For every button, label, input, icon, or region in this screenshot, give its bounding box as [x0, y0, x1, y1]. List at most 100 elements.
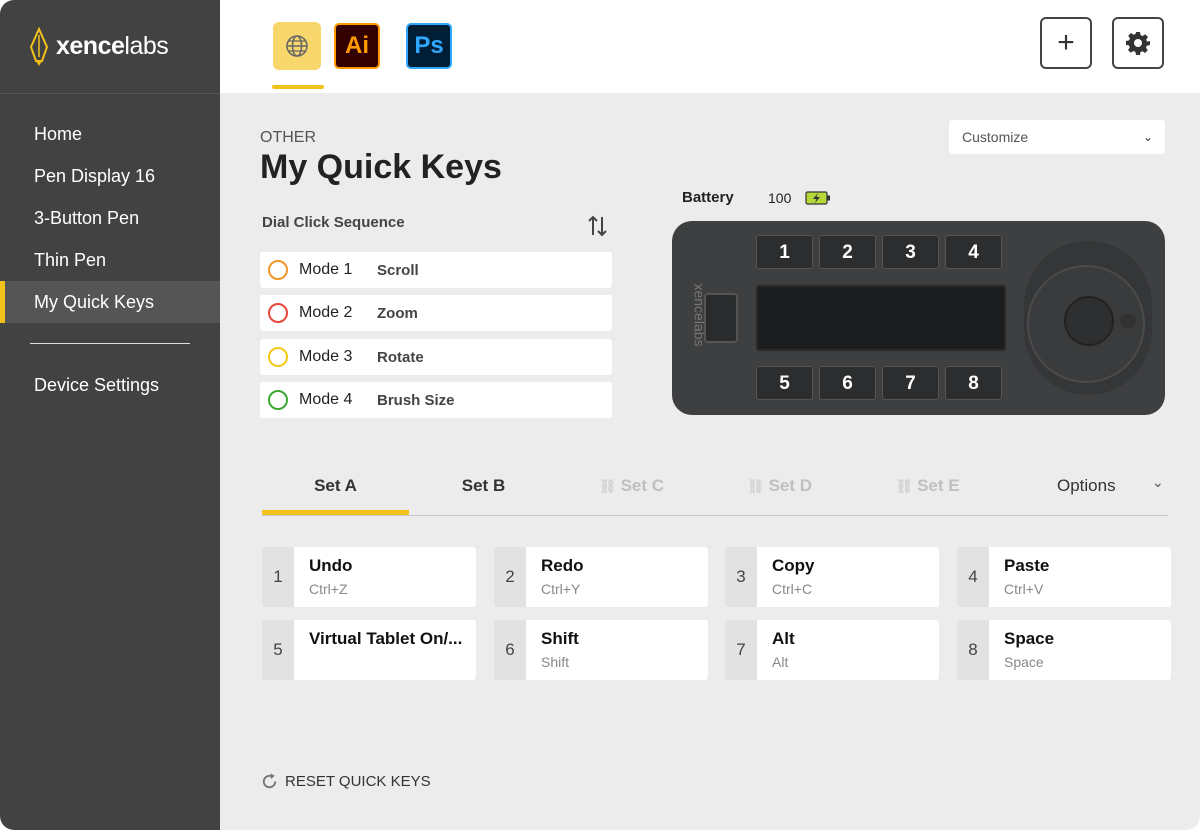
mode-color-ring	[268, 260, 288, 280]
quick-key-card[interactable]: 2 Redo Ctrl+Y	[494, 547, 708, 607]
device-key-8[interactable]: 8	[945, 366, 1002, 400]
key-number: 1	[262, 547, 294, 607]
options-dropdown[interactable]: Options	[1057, 476, 1116, 496]
device-oled-screen	[756, 285, 1006, 351]
brand-logo: xencelabs	[0, 0, 220, 94]
reset-label: RESET QUICK KEYS	[285, 773, 431, 790]
key-number: 6	[494, 620, 526, 680]
tab-set-b[interactable]: Set B	[410, 476, 557, 496]
sidebar-item-home[interactable]: Home	[0, 113, 220, 155]
unlink-icon: ⛓	[746, 478, 769, 494]
dial-mode-row[interactable]: Mode 4 Brush Size	[260, 382, 612, 418]
quick-keys-device: 1 2 3 4 xencelabs 5 6 7 8	[672, 221, 1165, 415]
key-function-name: Shift	[541, 629, 579, 648]
quick-key-card[interactable]: 8 Space Space	[957, 620, 1171, 680]
dial-mode-row[interactable]: Mode 1 Scroll	[260, 252, 612, 288]
device-side-button[interactable]	[704, 293, 738, 343]
key-function-name: Copy	[772, 556, 815, 575]
customize-dropdown[interactable]: Customize ⌄	[949, 120, 1165, 154]
page-title: My Quick Keys	[260, 148, 502, 186]
battery-label: Battery	[682, 189, 734, 206]
key-number: 7	[725, 620, 757, 680]
gear-icon	[1126, 32, 1150, 55]
key-function-name: Alt	[772, 629, 795, 648]
sidebar: xencelabs Home Pen Display 16 3-Button P…	[0, 0, 220, 830]
key-number: 4	[957, 547, 989, 607]
quick-key-card[interactable]: 4 Paste Ctrl+V	[957, 547, 1171, 607]
battery-icon	[805, 191, 830, 205]
key-function-name: Virtual Tablet On/...	[309, 629, 463, 648]
reorder-icon[interactable]	[585, 213, 611, 239]
sidebar-item-thin-pen[interactable]: Thin Pen	[0, 239, 220, 281]
key-function-name: Space	[1004, 629, 1055, 648]
sidebar-nav: Home Pen Display 16 3-Button Pen Thin Pe…	[0, 113, 220, 406]
active-tab-indicator	[262, 510, 409, 515]
device-key-5[interactable]: 5	[756, 366, 813, 400]
customize-dropdown-value: Customize	[962, 129, 1029, 145]
key-shortcut: Shift	[541, 654, 570, 670]
add-app-button[interactable]: +	[1040, 17, 1092, 69]
dial-mode-row[interactable]: Mode 3 Rotate	[260, 339, 612, 375]
set-tabs: Set A Set B ⛓ Set C ⛓ Set D ⛓ Set E Opti…	[262, 470, 1168, 516]
quick-key-card[interactable]: 1 Undo Ctrl+Z	[262, 547, 476, 607]
key-function-name: Undo	[309, 556, 353, 575]
chevron-down-icon[interactable]: ⌄	[1152, 474, 1164, 491]
device-brand-label: xencelabs	[691, 283, 708, 347]
mode-function: Zoom	[377, 304, 418, 322]
sidebar-item-pen-display-16[interactable]: Pen Display 16	[0, 155, 220, 197]
key-shortcut: Ctrl+Y	[541, 581, 581, 597]
section-label: OTHER	[260, 129, 316, 146]
key-shortcut: Ctrl+V	[1004, 581, 1044, 597]
mode-function: Scroll	[377, 261, 419, 279]
mode-function: Rotate	[377, 348, 424, 366]
tab-set-a[interactable]: Set A	[262, 476, 409, 496]
device-key-4[interactable]: 4	[945, 235, 1002, 269]
globe-icon	[286, 35, 308, 57]
key-shortcut: Alt	[772, 654, 789, 670]
app-tab-photoshop[interactable]: Ps	[406, 23, 452, 69]
chevron-down-icon: ⌄	[1142, 130, 1153, 144]
device-key-2[interactable]: 2	[819, 235, 876, 269]
mode-name: Mode 2	[299, 304, 353, 321]
key-number: 3	[725, 547, 757, 607]
quick-key-card[interactable]: 3 Copy Ctrl+C	[725, 547, 939, 607]
sidebar-item-3-button-pen[interactable]: 3-Button Pen	[0, 197, 220, 239]
reset-icon	[262, 773, 277, 789]
dial-mode-row[interactable]: Mode 2 Zoom	[260, 295, 612, 331]
sidebar-item-my-quick-keys[interactable]: My Quick Keys	[0, 281, 220, 323]
reset-quick-keys-button[interactable]: RESET QUICK KEYS	[260, 772, 431, 791]
app-tab-illustrator[interactable]: Ai	[334, 23, 380, 69]
settings-button[interactable]	[1112, 17, 1164, 69]
mode-name: Mode 4	[299, 391, 353, 408]
key-shortcut: Ctrl+C	[772, 581, 813, 597]
quick-key-card[interactable]: 7 Alt Alt	[725, 620, 939, 680]
quick-key-card[interactable]: 6 Shift Shift	[494, 620, 708, 680]
mode-function: Brush Size	[377, 391, 455, 409]
key-shortcut: Ctrl+Z	[309, 581, 348, 597]
mode-color-ring	[268, 347, 288, 367]
app-tab-indicator	[272, 85, 324, 89]
sidebar-item-device-settings[interactable]: Device Settings	[0, 364, 220, 406]
mode-color-ring	[268, 303, 288, 323]
sidebar-divider	[30, 343, 190, 344]
brand-name: xencelabs	[56, 32, 169, 60]
mode-name: Mode 1	[299, 261, 353, 278]
app-window: xencelabs Home Pen Display 16 3-Button P…	[0, 0, 1200, 830]
pen-nib-icon	[29, 26, 49, 66]
device-key-3[interactable]: 3	[882, 235, 939, 269]
key-shortcut: Space	[1004, 654, 1044, 670]
tab-set-e[interactable]: ⛓ Set E	[854, 476, 1001, 496]
app-tab-global[interactable]	[273, 22, 321, 70]
device-key-6[interactable]: 6	[819, 366, 876, 400]
device-key-7[interactable]: 7	[882, 366, 939, 400]
tab-set-d[interactable]: ⛓ Set D	[706, 476, 853, 496]
mode-color-ring	[268, 390, 288, 410]
tab-set-c[interactable]: ⛓ Set C	[558, 476, 705, 496]
mode-name: Mode 3	[299, 348, 353, 365]
dial-sequence-title: Dial Click Sequence	[262, 214, 405, 231]
device-dial-button[interactable]	[1064, 296, 1114, 346]
key-number: 8	[957, 620, 989, 680]
quick-key-card[interactable]: 5 Virtual Tablet On/...	[262, 620, 476, 680]
device-key-1[interactable]: 1	[756, 235, 813, 269]
top-bar: Ai Ps +	[220, 0, 1200, 93]
